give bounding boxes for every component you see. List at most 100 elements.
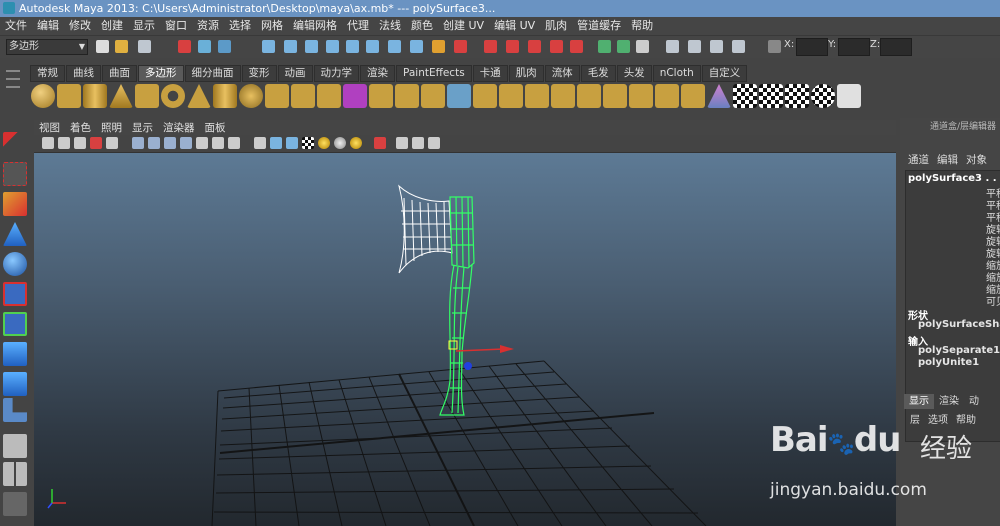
- merge-vertices-icon[interactable]: [681, 84, 705, 108]
- poly-torus-icon[interactable]: [161, 84, 185, 108]
- smooth-shade-icon[interactable]: [270, 137, 282, 149]
- input-ops-icon[interactable]: [598, 40, 611, 53]
- separate-icon[interactable]: [291, 84, 315, 108]
- safe-action-icon[interactable]: [212, 137, 224, 149]
- poly-cone-icon[interactable]: [109, 84, 133, 108]
- poly-cylinder-icon[interactable]: [83, 84, 107, 108]
- save-scene-icon[interactable]: [138, 40, 151, 53]
- select-by-dynamic-icon[interactable]: [366, 40, 379, 53]
- panel-menu-panels[interactable]: 面板: [200, 121, 231, 136]
- perspective-viewport[interactable]: [34, 153, 896, 526]
- image-plane-icon[interactable]: [90, 137, 102, 149]
- construction-history-icon[interactable]: [636, 40, 649, 53]
- film-gate-icon[interactable]: [148, 137, 160, 149]
- boolean-union-icon[interactable]: [369, 84, 393, 108]
- lock-selection-icon[interactable]: [432, 40, 445, 53]
- bridge-icon[interactable]: [499, 84, 523, 108]
- z-field[interactable]: [880, 38, 912, 56]
- shelf-tab-muscle[interactable]: 肌肉: [508, 65, 544, 82]
- smooth-icon[interactable]: [343, 84, 367, 108]
- snap-to-curves-icon[interactable]: [506, 40, 519, 53]
- isolate-select-icon[interactable]: [396, 137, 408, 149]
- mirror-geometry-icon[interactable]: [447, 84, 471, 108]
- menu-create[interactable]: 创建: [96, 17, 128, 35]
- move-tool-icon[interactable]: [3, 222, 27, 246]
- menu-edit[interactable]: 编辑: [32, 17, 64, 35]
- shelf-tab-subdivs[interactable]: 细分曲面: [184, 65, 241, 82]
- extract-icon[interactable]: [317, 84, 341, 108]
- highlight-selection-icon[interactable]: [454, 40, 467, 53]
- menu-proxy[interactable]: 代理: [342, 17, 374, 35]
- render-settings-icon[interactable]: [732, 40, 745, 53]
- boolean-intersection-icon[interactable]: [421, 84, 445, 108]
- select-by-surface-icon[interactable]: [326, 40, 339, 53]
- spherical-mapping-icon[interactable]: [785, 84, 809, 108]
- shelf-tab-fluids[interactable]: 流体: [544, 65, 580, 82]
- shelf-tab-toon[interactable]: 卡通: [472, 65, 508, 82]
- menu-edit-uvs[interactable]: 编辑 UV: [489, 17, 540, 35]
- poly-cube-icon[interactable]: [57, 84, 81, 108]
- select-misc-icon[interactable]: [410, 40, 423, 53]
- render-current-frame-icon[interactable]: [688, 40, 701, 53]
- ipr-render-icon[interactable]: [710, 40, 723, 53]
- bookmarks-icon[interactable]: [74, 137, 86, 149]
- layer-tab-anim[interactable]: 动: [964, 394, 984, 409]
- field-chart-icon[interactable]: [196, 137, 208, 149]
- menu-muscle[interactable]: 肌肉: [540, 17, 572, 35]
- camera-attributes-icon[interactable]: [58, 137, 70, 149]
- select-hierarchy-icon[interactable]: [178, 40, 191, 53]
- insert-edge-loop-icon[interactable]: [603, 84, 627, 108]
- attr-visibility[interactable]: 可见: [986, 293, 1000, 308]
- panel-menu-shading[interactable]: 着色: [65, 121, 96, 136]
- open-scene-icon[interactable]: [115, 40, 128, 53]
- poly-plane-icon[interactable]: [135, 84, 159, 108]
- sculpt-geometry-icon[interactable]: [707, 84, 731, 108]
- shelf-tab-custom[interactable]: 自定义: [701, 65, 748, 82]
- poly-pipe-icon[interactable]: [213, 84, 237, 108]
- select-component-icon[interactable]: [218, 40, 231, 53]
- shelf-tab-polygons[interactable]: 多边形: [138, 65, 184, 82]
- shelf-tab-painteffects[interactable]: PaintEffects: [396, 65, 472, 82]
- render-view-icon[interactable]: [666, 40, 679, 53]
- select-by-rendering-icon[interactable]: [388, 40, 401, 53]
- menu-display[interactable]: 显示: [128, 17, 160, 35]
- fill-hole-icon[interactable]: [551, 84, 575, 108]
- shelf-tab-rendering[interactable]: 渲染: [360, 65, 395, 82]
- output-ops-icon[interactable]: [617, 40, 630, 53]
- xray-active-components-icon[interactable]: [428, 137, 440, 149]
- xray-joints-icon[interactable]: [412, 137, 424, 149]
- shelf-tab-hair[interactable]: 头发: [616, 65, 652, 82]
- move-manipulator[interactable]: [448, 340, 514, 370]
- shelf-tab-fur[interactable]: 毛发: [580, 65, 616, 82]
- gate-mask-icon[interactable]: [180, 137, 192, 149]
- poly-pyramid-icon[interactable]: [187, 84, 211, 108]
- layer-tab-render[interactable]: 渲染: [934, 394, 964, 409]
- extrude-icon[interactable]: [473, 84, 497, 108]
- select-by-joint-icon[interactable]: [284, 40, 297, 53]
- panel-menu-show[interactable]: 显示: [127, 121, 158, 136]
- last-tool-used-icon[interactable]: [3, 398, 27, 422]
- offset-edge-loop-icon[interactable]: [629, 84, 653, 108]
- menu-set-dropdown[interactable]: 多边形 ▼: [6, 39, 88, 55]
- shelf-tab-deformation[interactable]: 变形: [241, 65, 277, 82]
- menu-file[interactable]: 文件: [0, 17, 32, 35]
- menu-assets[interactable]: 资源: [192, 17, 224, 35]
- menu-window[interactable]: 窗口: [160, 17, 192, 35]
- make-live-icon[interactable]: [570, 40, 583, 53]
- select-by-handle-icon[interactable]: [262, 40, 275, 53]
- layer-tab-display[interactable]: 显示: [904, 394, 934, 409]
- shape-node[interactable]: polySurfaceShape: [918, 319, 1000, 330]
- poly-platonic-icon[interactable]: [239, 84, 263, 108]
- poly-sphere-icon[interactable]: [31, 84, 55, 108]
- input-node-polyunite[interactable]: polyUnite1: [918, 357, 979, 368]
- soft-modification-tool-icon[interactable]: [3, 342, 27, 366]
- channel-box-menu-channels[interactable]: 通道: [908, 154, 929, 166]
- channel-box-menu-object[interactable]: 对象: [966, 154, 987, 166]
- panel-menu-lighting[interactable]: 照明: [96, 121, 127, 136]
- y-field[interactable]: [838, 38, 870, 56]
- select-by-curve-icon[interactable]: [305, 40, 318, 53]
- cylindrical-mapping-icon[interactable]: [759, 84, 783, 108]
- four-view-layout-icon[interactable]: [3, 462, 27, 486]
- shelf-tab-surfaces[interactable]: 曲面: [102, 65, 137, 82]
- grid-toggle-icon[interactable]: [132, 137, 144, 149]
